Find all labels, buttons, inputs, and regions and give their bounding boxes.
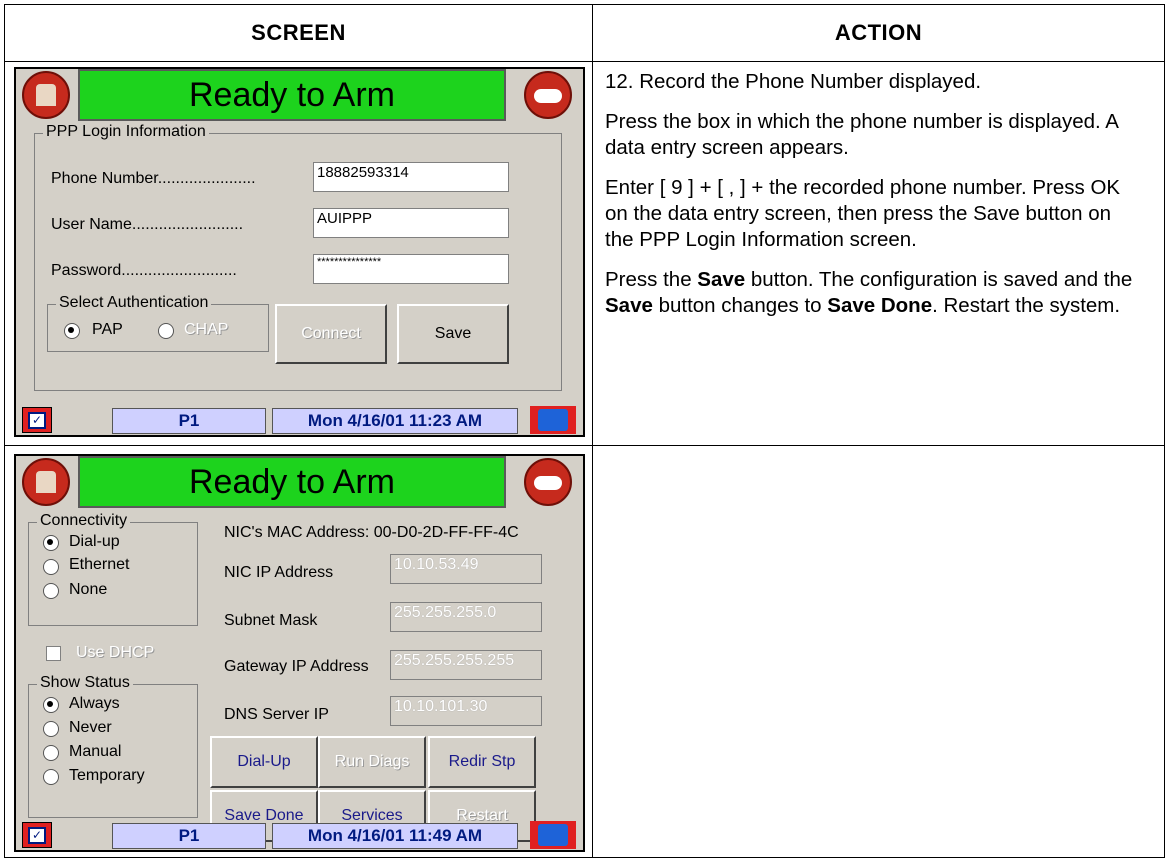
use-dhcp-label: Use DHCP — [76, 644, 155, 661]
always-radio[interactable] — [43, 697, 59, 713]
manual-radio[interactable] — [43, 745, 59, 761]
book-icon[interactable] — [530, 821, 576, 849]
status-bar: ✓ P1 Mon 4/16/01 11:23 AM — [16, 403, 583, 435]
mac-address-label: NIC's MAC Address: 00-D0-2D-FF-FF-4C — [224, 524, 519, 541]
dialup-radio[interactable] — [43, 535, 59, 551]
datetime-display: Mon 4/16/01 11:23 AM — [272, 408, 518, 434]
use-dhcp-checkbox[interactable] — [46, 646, 61, 661]
never-label: Never — [69, 719, 112, 736]
dns-field[interactable]: 10.10.101.30 — [390, 696, 542, 726]
nic-ip-label: NIC IP Address — [224, 564, 334, 581]
row-divider — [5, 445, 1164, 446]
subnet-field[interactable]: 255.255.255.0 — [390, 602, 542, 632]
pap-radio[interactable] — [64, 323, 80, 339]
partition-indicator: P1 — [112, 408, 266, 434]
none-radio[interactable] — [43, 583, 59, 599]
run-diags-button[interactable]: Run Diags — [318, 736, 426, 788]
manual-label: Manual — [69, 743, 122, 760]
temporary-radio[interactable] — [43, 769, 59, 785]
checkbox-icon[interactable]: ✓ — [22, 822, 52, 848]
book-icon[interactable] — [530, 406, 576, 434]
dialup-label: Dial-up — [69, 533, 120, 550]
password-label: Password.......................... — [51, 262, 237, 279]
auth-group: Select Authentication PAP CHAP — [47, 294, 269, 352]
ppp-login-group: PPP Login Information Phone Number......… — [34, 123, 562, 391]
temporary-label: Temporary — [69, 767, 145, 784]
header-action: ACTION — [593, 5, 1164, 62]
ppp-login-title: PPP Login Information — [43, 123, 209, 141]
partition-indicator: P1 — [112, 823, 266, 849]
instruction-table: SCREEN ACTION 12. Record the Phone Numbe… — [4, 4, 1165, 858]
username-field[interactable]: AUIPPP — [313, 208, 509, 238]
action-cell: 12. Record the Phone Number displayed. P… — [605, 69, 1145, 333]
status-bar: ✓ P1 Mon 4/16/01 11:49 AM — [16, 818, 583, 850]
back-icon[interactable] — [524, 71, 572, 119]
ppp-login-screen: Ready to Arm PPP Login Information Phone… — [14, 67, 585, 437]
status-banner: Ready to Arm — [78, 69, 506, 121]
subnet-label: Subnet Mask — [224, 612, 318, 629]
username-label: User Name......................... — [51, 216, 244, 233]
home-icon[interactable] — [22, 71, 70, 119]
action-step: 12. Record the Phone Number displayed. — [605, 70, 982, 93]
status-banner: Ready to Arm — [78, 456, 506, 508]
chap-label: CHAP — [184, 321, 229, 338]
phone-number-field[interactable]: 18882593314 — [313, 162, 509, 192]
connectivity-group: Connectivity Dial-up Ethernet None — [28, 512, 198, 626]
always-label: Always — [69, 695, 120, 712]
connect-button[interactable]: Connect — [275, 304, 387, 364]
password-field[interactable]: *************** — [313, 254, 509, 284]
action-enter: Enter [ 9 ] + [ , ] + the recorded phone… — [605, 176, 1121, 251]
none-label: None — [69, 581, 108, 598]
dns-label: DNS Server IP — [224, 706, 329, 723]
auth-title: Select Authentication — [56, 294, 212, 312]
ethernet-radio[interactable] — [43, 559, 59, 575]
gateway-label: Gateway IP Address — [224, 658, 369, 675]
action-save: Press the Save button. The configuration… — [605, 268, 1133, 317]
dialup-button[interactable]: Dial-Up — [210, 736, 318, 788]
show-status-title: Show Status — [37, 674, 133, 692]
connectivity-title: Connectivity — [37, 512, 131, 530]
home-icon[interactable] — [22, 458, 70, 506]
pap-label: PAP — [92, 321, 123, 338]
checkbox-icon[interactable]: ✓ — [22, 407, 52, 433]
redir-stp-button[interactable]: Redir Stp — [428, 736, 536, 788]
save-button[interactable]: Save — [397, 304, 509, 364]
column-divider — [592, 5, 593, 857]
never-radio[interactable] — [43, 721, 59, 737]
gateway-field[interactable]: 255.255.255.255 — [390, 650, 542, 680]
network-config-screen: Ready to Arm Connectivity Dial-up Ethern… — [14, 454, 585, 852]
show-status-group: Show Status Always Never Manual Temporar… — [28, 674, 198, 818]
header-screen: SCREEN — [5, 5, 592, 62]
ethernet-label: Ethernet — [69, 556, 130, 573]
phone-label: Phone Number...................... — [51, 170, 256, 187]
datetime-display: Mon 4/16/01 11:49 AM — [272, 823, 518, 849]
chap-radio[interactable] — [158, 323, 174, 339]
action-press-box: Press the box in which the phone number … — [605, 110, 1118, 159]
back-icon[interactable] — [524, 458, 572, 506]
nic-ip-field[interactable]: 10.10.53.49 — [390, 554, 542, 584]
